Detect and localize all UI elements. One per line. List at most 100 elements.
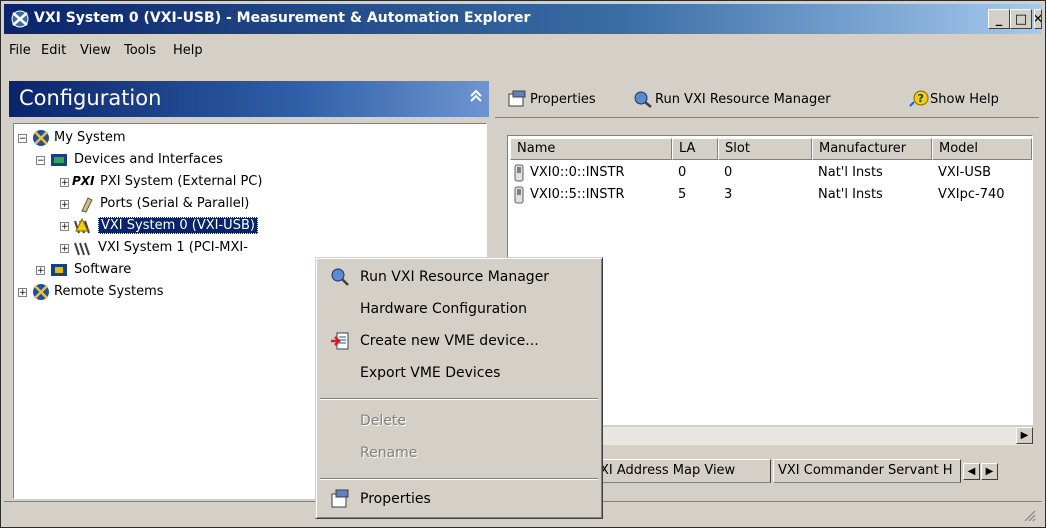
svg-text:?: ? — [918, 92, 924, 105]
cell-slot: 3 — [724, 187, 733, 202]
title-bar[interactable]: VXI System 0 (VXI-USB) - Measurement & A… — [4, 4, 1042, 34]
menu-item-create-new-vme-device[interactable]: Create new VME device... — [320, 328, 598, 354]
menu-item-run-vxi-resource-manager[interactable]: Run VXI Resource Manager — [320, 264, 598, 290]
ports-icon — [81, 197, 93, 213]
tree-label: VXI System 1 (PCI-MXI- — [98, 240, 248, 255]
tree-item-my-system[interactable]: − My System — [18, 128, 478, 150]
menu-help[interactable]: Help — [173, 43, 203, 58]
tree-label: Ports (Serial & Parallel) — [100, 196, 250, 211]
run-vxi-icon — [331, 268, 349, 286]
tree-item-pxi-system[interactable]: + PXI PXI System (External PC) — [60, 172, 480, 194]
help-icon: ? — [909, 90, 929, 107]
cell-la: 0 — [678, 165, 687, 180]
show-help-button[interactable]: ? Show Help — [909, 87, 999, 111]
menu-item-label: Create new VME device... — [360, 333, 539, 349]
cell-manufacturer: Nat'l Insts — [818, 187, 883, 202]
menu-item-label: Hardware Configuration — [360, 301, 527, 317]
menu-item-label: Rename — [360, 445, 418, 461]
cell-la: 5 — [678, 187, 687, 202]
toolbar: Properties Run VXI Resource Manager ? Sh… — [495, 81, 1039, 118]
run-vxi-resource-manager-button[interactable]: Run VXI Resource Manager — [633, 87, 831, 111]
run-vxi-label: Run VXI Resource Manager — [655, 91, 831, 107]
cell-name: VXI0::0::INSTR — [530, 165, 625, 180]
scroll-right-button[interactable]: ▶ — [1016, 427, 1033, 444]
properties-icon — [508, 90, 526, 107]
expand-icon[interactable]: + — [60, 244, 69, 254]
menu-item-rename: Rename — [320, 440, 598, 466]
expand-icon[interactable]: + — [60, 200, 69, 210]
menu-item-hardware-configuration[interactable]: Hardware Configuration — [320, 296, 598, 322]
pxi-icon: PXI — [72, 174, 95, 188]
tree-label: My System — [54, 130, 126, 145]
double-chevron-up-icon[interactable] — [467, 89, 485, 107]
maximize-button[interactable]: □ — [1010, 9, 1032, 29]
menu-file[interactable]: File — [9, 43, 31, 58]
window-title: VXI System 0 (VXI-USB) - Measurement & A… — [34, 10, 531, 26]
menu-item-export-vme-devices[interactable]: Export VME Devices — [320, 360, 598, 386]
tab-scroll-right-button[interactable]: ▶ — [981, 463, 998, 480]
close-icon: ✕ — [1035, 12, 1041, 27]
expand-icon[interactable]: + — [36, 266, 45, 276]
menu-separator — [320, 478, 598, 480]
cell-model: VXI-USB — [938, 165, 992, 180]
cell-model: VXIpc-740 — [938, 187, 1005, 202]
collapse-icon[interactable]: − — [36, 156, 45, 166]
cell-name: VXI0::5::INSTR — [530, 187, 625, 202]
tree-item-ports[interactable]: + Ports (Serial & Parallel) — [60, 194, 480, 216]
vxi-warning-icon — [74, 217, 90, 234]
run-vxi-icon — [634, 91, 652, 108]
resize-grip-icon[interactable] — [1022, 508, 1036, 522]
table-row[interactable]: VXI0::5::INSTR 5 3 Nat'l Insts VXIpc-740 — [510, 184, 1032, 206]
tree-label: Remote Systems — [54, 284, 164, 299]
show-help-label: Show Help — [930, 91, 999, 107]
menu-edit[interactable]: Edit — [41, 43, 66, 58]
menu-item-label: Delete — [360, 413, 406, 429]
column-header-model[interactable]: Model — [932, 138, 1032, 160]
expand-icon[interactable]: + — [60, 222, 69, 232]
tree-label: Software — [74, 262, 132, 277]
minimize-button[interactable]: _ — [988, 9, 1010, 29]
maximize-icon: □ — [1014, 11, 1028, 27]
menu-tools[interactable]: Tools — [124, 43, 156, 58]
menu-item-label: Properties — [360, 491, 431, 507]
column-header-slot[interactable]: Slot — [718, 138, 812, 160]
tree-label: VXI System 0 (VXI-USB) — [98, 217, 258, 234]
expand-icon[interactable]: + — [60, 178, 69, 188]
menu-item-delete: Delete — [320, 408, 598, 434]
table-row[interactable]: VXI0::0::INSTR 0 0 Nat'l Insts VXI-USB — [510, 162, 1032, 184]
vxi-icon — [74, 242, 90, 256]
menu-separator — [320, 398, 598, 400]
create-vme-icon — [331, 332, 349, 350]
tree-item-devices-and-interfaces[interactable]: − Devices and Interfaces — [36, 150, 476, 172]
column-header-la[interactable]: LA — [672, 138, 718, 160]
cell-manufacturer: Nat'l Insts — [818, 165, 883, 180]
tab-scroll-left-button[interactable]: ◀ — [963, 463, 980, 480]
menu-item-properties[interactable]: Properties — [320, 486, 598, 512]
tree-label: Devices and Interfaces — [74, 152, 223, 167]
software-icon — [51, 264, 67, 276]
remote-systems-icon — [33, 284, 49, 300]
collapse-icon[interactable]: − — [18, 134, 27, 144]
configuration-header: Configuration — [9, 81, 489, 117]
menu-item-label: Export VME Devices — [360, 365, 501, 381]
instrument-icon — [514, 164, 524, 182]
menu-view[interactable]: View — [80, 43, 111, 58]
close-button[interactable]: ✕ — [1034, 9, 1042, 29]
tab-address-map-view[interactable]: XI Address Map View — [595, 459, 771, 483]
column-header-name[interactable]: Name — [510, 138, 672, 160]
devices-folder-icon — [51, 154, 67, 166]
tree-item-vxi-system-0[interactable]: + VXI System 0 (VXI-USB) — [60, 216, 480, 238]
cell-slot: 0 — [724, 165, 733, 180]
minimize-icon: _ — [995, 11, 1003, 27]
expand-icon[interactable]: + — [18, 288, 27, 298]
main-window: VXI System 0 (VXI-USB) - Measurement & A… — [0, 0, 1046, 528]
menu-item-label: Run VXI Resource Manager — [360, 269, 550, 285]
column-header-manufacturer[interactable]: Manufacturer — [812, 138, 932, 160]
properties-button[interactable]: Properties — [507, 87, 596, 111]
tab-commander-servant[interactable]: VXI Commander Servant H — [773, 459, 961, 483]
context-menu: Run VXI Resource Manager Hardware Config… — [315, 257, 603, 519]
app-icon — [11, 10, 29, 28]
properties-label: Properties — [530, 91, 596, 107]
instrument-icon — [514, 186, 524, 204]
tree-label: PXI System (External PC) — [100, 174, 263, 189]
